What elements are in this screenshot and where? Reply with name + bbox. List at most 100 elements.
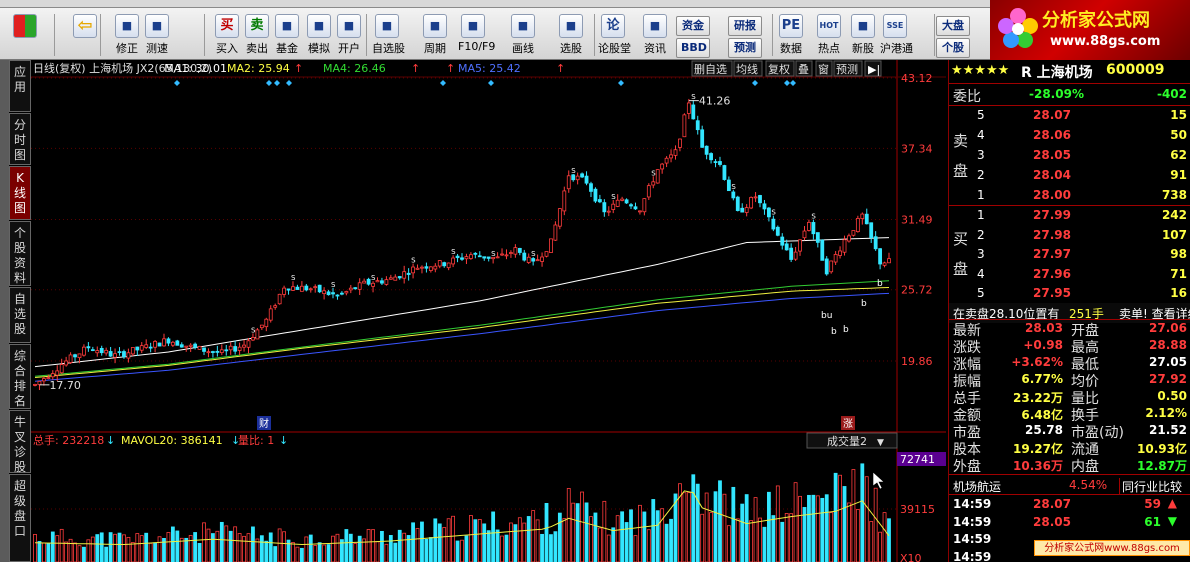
toolbar-button-watchlist[interactable]: ■ 自选股	[372, 10, 405, 58]
volume-bar	[317, 542, 322, 562]
weibi-pct: -28.09%	[1029, 87, 1084, 101]
stock-name: R 上海机场	[1021, 65, 1093, 81]
side-tab-3[interactable]: 个股资料	[9, 221, 31, 286]
toolbar-button-back-arrow[interactable]: ⇦	[70, 10, 100, 58]
hotspot-icon: HOT	[817, 14, 841, 38]
candle-body	[64, 360, 69, 366]
sector-compare-button[interactable]: 同行业比较	[1119, 478, 1182, 495]
toolbar-small-button-2[interactable]: BBD	[676, 38, 710, 58]
toolbar-button-hk-connect[interactable]: SSE 沪港通	[880, 10, 913, 58]
toolbar-button-label: 测速	[146, 42, 168, 55]
volume-bar	[811, 494, 816, 562]
candle-body	[384, 279, 389, 285]
news-icon: ■	[643, 14, 667, 38]
candle-body	[130, 347, 135, 355]
quote-value: 2.12%	[1145, 406, 1187, 420]
toolbar-small-button-5[interactable]: 个股	[936, 38, 970, 58]
sell-signal-label: S	[411, 257, 416, 265]
candle-body	[322, 290, 327, 294]
volume-bar	[104, 546, 109, 562]
sell-price: 28.07	[1033, 108, 1071, 122]
volume-bar	[842, 486, 847, 562]
volume-bar	[464, 535, 469, 562]
sector-name[interactable]: 机场航运	[953, 478, 1001, 495]
sell-order-row: 4 28.06 50	[949, 126, 1190, 146]
side-tab-5[interactable]: 综合排名	[9, 344, 31, 409]
volume-bar	[73, 542, 77, 562]
candle-body	[282, 287, 286, 295]
volume-bar	[695, 483, 700, 562]
volume-bar	[611, 527, 616, 562]
toolbar-button-ipo[interactable]: ■ 新股	[848, 10, 878, 58]
side-tabs: 应用分时图K线图个股资料自选股综合排名牛叉诊股超级盘口	[9, 60, 31, 562]
kline-chart[interactable]: 43.1237.3431.4925.7219.86日线(复权) 上海机场 JX2…	[31, 60, 946, 562]
toolbar-button-revise[interactable]: ■ 修正	[112, 10, 142, 58]
volume-bar	[571, 502, 576, 562]
toolbar-button-period[interactable]: ■ 周期	[420, 10, 450, 58]
toolbar-button-label: F10/F9	[458, 40, 496, 53]
candle-body	[344, 291, 349, 294]
volume-bar	[815, 495, 820, 562]
toolbar-button-sell[interactable]: 卖卖出	[242, 10, 272, 58]
candle-body	[864, 213, 869, 225]
volume-bar	[384, 543, 389, 562]
chart-button-1[interactable]: 均线	[736, 62, 758, 76]
toolbar-button-buy[interactable]: 买买入	[212, 10, 242, 58]
volume-bar	[357, 535, 362, 562]
quote-row: 外盘 10.36万 内盘 12.87万	[949, 456, 1190, 476]
toolbar-button-stock-picker[interactable]: ■ 选股	[556, 10, 586, 58]
volume-bar	[873, 487, 878, 562]
arrow-down-icon: ↓	[279, 434, 288, 447]
volume-bar	[606, 534, 611, 562]
volume-selector[interactable]: 成交量2	[827, 434, 867, 448]
candle-body	[740, 207, 745, 213]
side-tab-1[interactable]: 分时图	[9, 113, 31, 165]
toolbar-button-fund[interactable]: ■ 基金	[272, 10, 302, 58]
quote-value: 27.06	[1149, 321, 1187, 335]
sector-row[interactable]: 机场航运 4.54% 同行业比较	[949, 475, 1190, 495]
chart-button-4[interactable]: 窗	[818, 62, 829, 76]
side-tab-2[interactable]: K线图	[9, 166, 31, 220]
buy-volume: 242	[1161, 208, 1187, 222]
toolbar-button-speed-test[interactable]: ■ 测速	[142, 10, 172, 58]
toolbar-button-forum[interactable]: 论论股堂	[598, 10, 631, 58]
volume-bar	[344, 529, 349, 562]
side-tab-4[interactable]: 自选股	[9, 287, 31, 343]
toolbar-small-button-0[interactable]: 资金	[676, 16, 710, 36]
candle-body	[468, 254, 473, 259]
chart-button-0[interactable]: 删自选	[694, 63, 727, 76]
toolbar-small-button-4[interactable]: 大盘	[936, 16, 970, 36]
volume-bar	[807, 494, 811, 562]
side-tab-0[interactable]: 应用	[9, 60, 31, 112]
chart-button-5[interactable]: 预测	[836, 63, 858, 76]
chart-button-3[interactable]: 叠	[798, 63, 809, 76]
chart-button-2[interactable]: 复权	[768, 62, 790, 76]
toolbar-button-hotspot[interactable]: HOT 热点	[814, 10, 844, 58]
candle-body	[851, 230, 856, 236]
color-block-icon	[13, 14, 37, 38]
candle-body	[122, 351, 126, 358]
toolbar-button-data[interactable]: PE 数据	[776, 10, 806, 58]
volume-bar	[348, 533, 353, 562]
toolbar-button-draw-line[interactable]: ■ 画线	[508, 10, 538, 58]
toolbar-button-color-block[interactable]	[10, 10, 40, 58]
data-icon: PE	[779, 14, 803, 38]
toolbar-button-f10[interactable]: ■ F10/F9	[458, 10, 496, 58]
candle-body	[557, 208, 562, 227]
expand-icon: ▶|	[868, 63, 880, 76]
toolbar-button-lock[interactable]: ■ 开户	[334, 10, 364, 58]
side-tab-7[interactable]: 超级盘口	[9, 474, 31, 562]
toolbar-button-label: 数据	[780, 42, 802, 55]
ma1-label: MA1: 30.01	[164, 62, 227, 75]
toolbar-small-button-3[interactable]: 预测	[728, 38, 762, 58]
side-tab-6[interactable]: 牛叉诊股	[9, 410, 31, 474]
price-tick-label: 31.49	[901, 214, 933, 227]
candle-body	[784, 243, 789, 251]
kline-chart-panel[interactable]: 43.12 37.34 31.49 25.72 19.86 日线(复权) 上海机场 JX2…	[31, 60, 946, 562]
toolbar-button-news[interactable]: ■ 资讯	[640, 10, 670, 58]
toolbar-button-simulate[interactable]: ■ 模拟	[304, 10, 334, 58]
buy-level: 1	[977, 208, 985, 222]
toolbar-button-label: 模拟	[308, 42, 330, 55]
toolbar-small-button-1[interactable]: 研报	[728, 16, 762, 36]
candle-body	[277, 293, 282, 305]
